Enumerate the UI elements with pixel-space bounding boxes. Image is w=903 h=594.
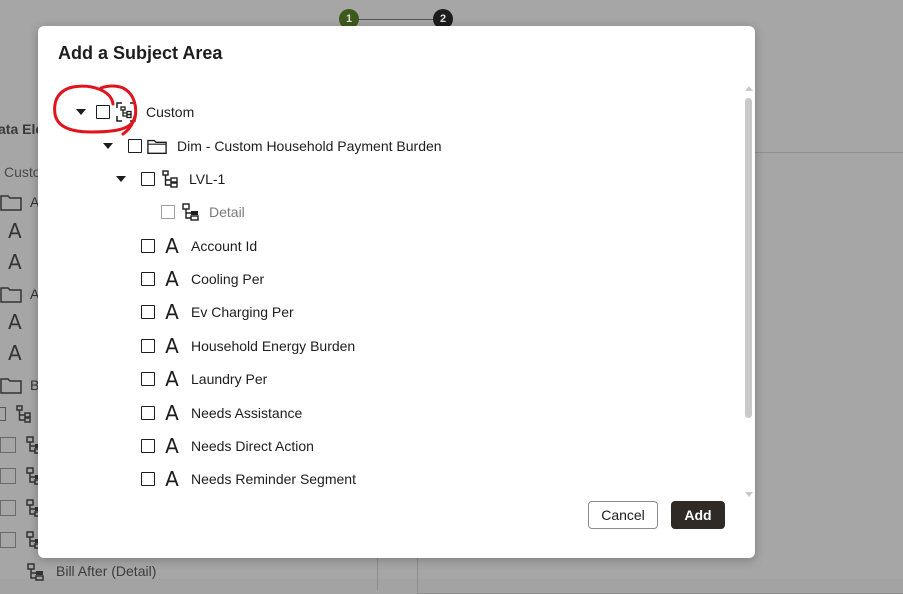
attribute-icon: A <box>8 310 22 334</box>
expand-caret-icon[interactable] <box>116 172 126 186</box>
needs-reminder-segment-checkbox[interactable] <box>141 472 155 486</box>
needs-assistance-checkbox[interactable] <box>141 406 155 420</box>
scroll-down-arrow-icon[interactable] <box>745 492 753 497</box>
tree-node-label: Needs Assistance <box>191 405 303 421</box>
scroll-thumb[interactable] <box>745 98 752 418</box>
folder-icon <box>0 195 22 211</box>
attribute-icon: A <box>8 341 22 365</box>
needs-direct-action-checkbox[interactable] <box>141 439 155 453</box>
attribute-icon: A <box>165 234 179 258</box>
lvl-1-checkbox[interactable] <box>141 172 155 186</box>
tree-node-label: Needs Direct Action <box>191 438 314 454</box>
tree-node-custom[interactable]: Custom <box>76 100 194 124</box>
folder-icon <box>147 136 167 156</box>
subject-area-tree: Custom Dim - Custom Household Payment Bu… <box>38 86 738 496</box>
folder-icon <box>0 378 22 394</box>
custom-checkbox[interactable] <box>96 105 110 119</box>
tree-node-label: Ev Charging Per <box>191 304 294 320</box>
checkbox <box>0 437 16 453</box>
dim-folder-checkbox[interactable] <box>128 139 142 153</box>
hierarchy-icon <box>161 169 181 189</box>
checkbox <box>0 500 16 516</box>
folder-icon <box>0 287 22 303</box>
bg-attr-row: A <box>8 310 22 334</box>
attribute-icon: A <box>8 219 22 243</box>
tree-node-label: Account Id <box>191 238 258 254</box>
household-energy-burden-checkbox[interactable] <box>141 339 155 353</box>
checkbox <box>0 468 16 484</box>
tree-node-label: Custom <box>146 104 195 120</box>
tree-node-needs-direct-action[interactable]: A Needs Direct Action <box>141 434 314 458</box>
bg-attr-row: A <box>8 341 22 365</box>
checkbox <box>0 532 16 548</box>
custom-subject-label: Custo <box>4 164 41 180</box>
scroll-up-arrow-icon[interactable] <box>745 86 753 91</box>
cooling-per-checkbox[interactable] <box>141 272 155 286</box>
bg-folder-row: A <box>0 190 39 214</box>
bg-hierarchy-row <box>0 402 34 426</box>
dialog-title: Add a Subject Area <box>58 43 223 63</box>
laundry-per-checkbox[interactable] <box>141 372 155 386</box>
bg-folder-row: A <box>0 282 39 306</box>
tree-node-label: Laundry Per <box>191 371 268 387</box>
account-id-checkbox[interactable] <box>141 239 155 253</box>
expand-caret-icon[interactable] <box>76 105 86 119</box>
tree-node-needs-reminder-segment[interactable]: A Needs Reminder Segment <box>141 467 356 491</box>
tree-node-account-id[interactable]: A Account Id <box>141 234 257 258</box>
attribute-icon: A <box>165 367 179 391</box>
hierarchy-level-icon <box>181 202 201 222</box>
tree-node-needs-assistance[interactable]: A Needs Assistance <box>141 401 302 425</box>
expand-caret-icon[interactable] <box>103 139 113 153</box>
tree-node-label: Needs Reminder Segment <box>191 471 356 487</box>
checkbox-edge <box>0 407 6 421</box>
hierarchy-level-icon <box>27 563 44 581</box>
attribute-icon: A <box>8 250 22 274</box>
add-subject-area-dialog: Add a Subject Area Custom Dim - Custom H… <box>38 26 755 558</box>
detail-checkbox <box>161 205 175 219</box>
data-elements-title: ata Ele <box>0 121 44 137</box>
tree-node-label: Dim - Custom Household Payment Burden <box>177 138 442 154</box>
tree-node-laundry-per[interactable]: A Laundry Per <box>141 367 267 391</box>
tree-node-dim-custom-household-payment-burden[interactable]: Dim - Custom Household Payment Burden <box>103 134 442 158</box>
tree-node-label: Detail <box>209 204 245 220</box>
tree-node-detail: Detail <box>161 200 245 224</box>
add-button[interactable]: Add <box>671 501 725 529</box>
cancel-button[interactable]: Cancel <box>588 501 658 529</box>
attribute-icon: A <box>165 434 179 458</box>
bill-after-detail-label: Bill After (Detail) <box>56 563 157 579</box>
bg-attr-row: A <box>8 219 22 243</box>
tree-scrollbar[interactable] <box>744 86 753 497</box>
ev-charging-per-checkbox[interactable] <box>141 305 155 319</box>
attribute-icon: A <box>165 334 179 358</box>
attribute-icon: A <box>165 401 179 425</box>
tree-node-lvl-1[interactable]: LVL-1 <box>116 167 225 191</box>
bg-attr-row: A <box>8 250 22 274</box>
tree-node-label: LVL-1 <box>189 171 226 187</box>
tree-node-household-energy-burden[interactable]: A Household Energy Burden <box>141 334 355 358</box>
hierarchy-icon <box>16 405 31 423</box>
attribute-icon: A <box>165 467 179 491</box>
bg-folder-row: B <box>0 373 39 397</box>
subject-area-icon <box>116 102 136 122</box>
tree-node-label: Cooling Per <box>191 271 265 287</box>
attribute-icon: A <box>165 267 179 291</box>
attribute-icon: A <box>165 300 179 324</box>
tree-node-cooling-per[interactable]: A Cooling Per <box>141 267 264 291</box>
tree-node-label: Household Energy Burden <box>191 338 356 354</box>
stepper-connector <box>359 19 433 20</box>
tree-node-ev-charging-per[interactable]: A Ev Charging Per <box>141 300 294 324</box>
